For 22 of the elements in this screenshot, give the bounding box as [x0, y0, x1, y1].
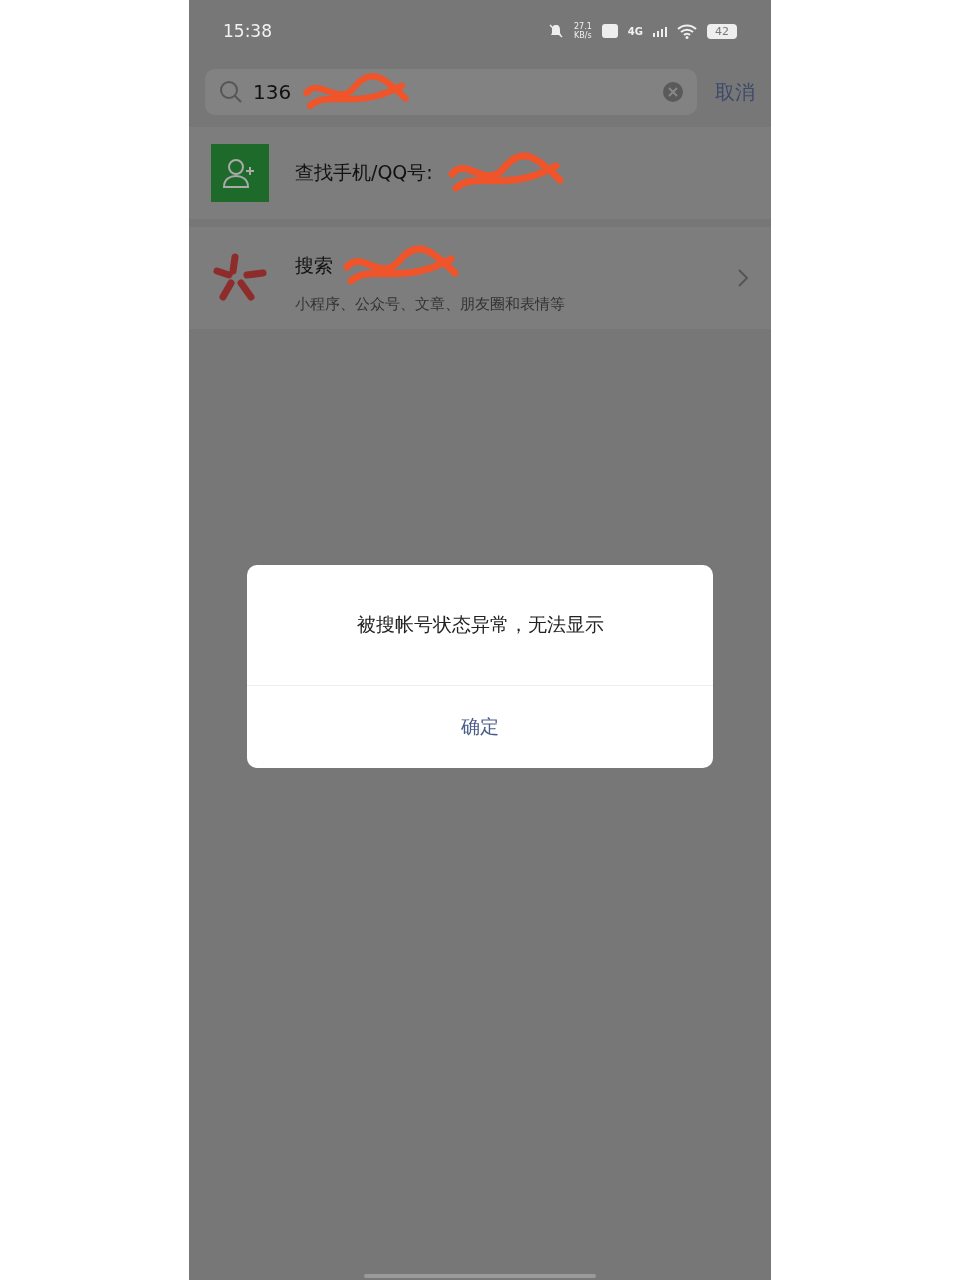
chevron-right-icon	[737, 268, 749, 288]
network-type: 4G	[627, 25, 643, 37]
search-icon	[219, 80, 243, 104]
add-contact-icon	[211, 144, 269, 202]
add-contact-row[interactable]: 查找手机/QQ号:	[189, 127, 771, 219]
status-time: 15:38	[223, 21, 273, 41]
speed-value: 27.1	[574, 22, 592, 31]
signal-icon	[653, 25, 667, 37]
battery-level: 42	[707, 23, 737, 39]
clear-icon[interactable]	[663, 82, 683, 102]
result-label: 查找手机/QQ号:	[295, 160, 433, 185]
bell-muted-icon	[548, 23, 564, 39]
search-field[interactable]: 136	[205, 69, 697, 115]
web-search-row[interactable]: 搜索 小程序、公众号、文章、朋友圈和表情等	[189, 227, 771, 329]
confirm-button[interactable]: 确定	[247, 686, 713, 768]
result-subtitle: 小程序、公众号、文章、朋友圈和表情等	[295, 294, 566, 314]
search-value: 136	[253, 80, 292, 104]
wifi-icon	[677, 23, 697, 39]
home-indicator[interactable]	[364, 1274, 596, 1278]
result-label: 搜索	[295, 252, 333, 278]
speed-unit: KB/s	[574, 31, 592, 40]
dialog-message: 被搜帐号状态异常，无法显示	[247, 565, 713, 686]
